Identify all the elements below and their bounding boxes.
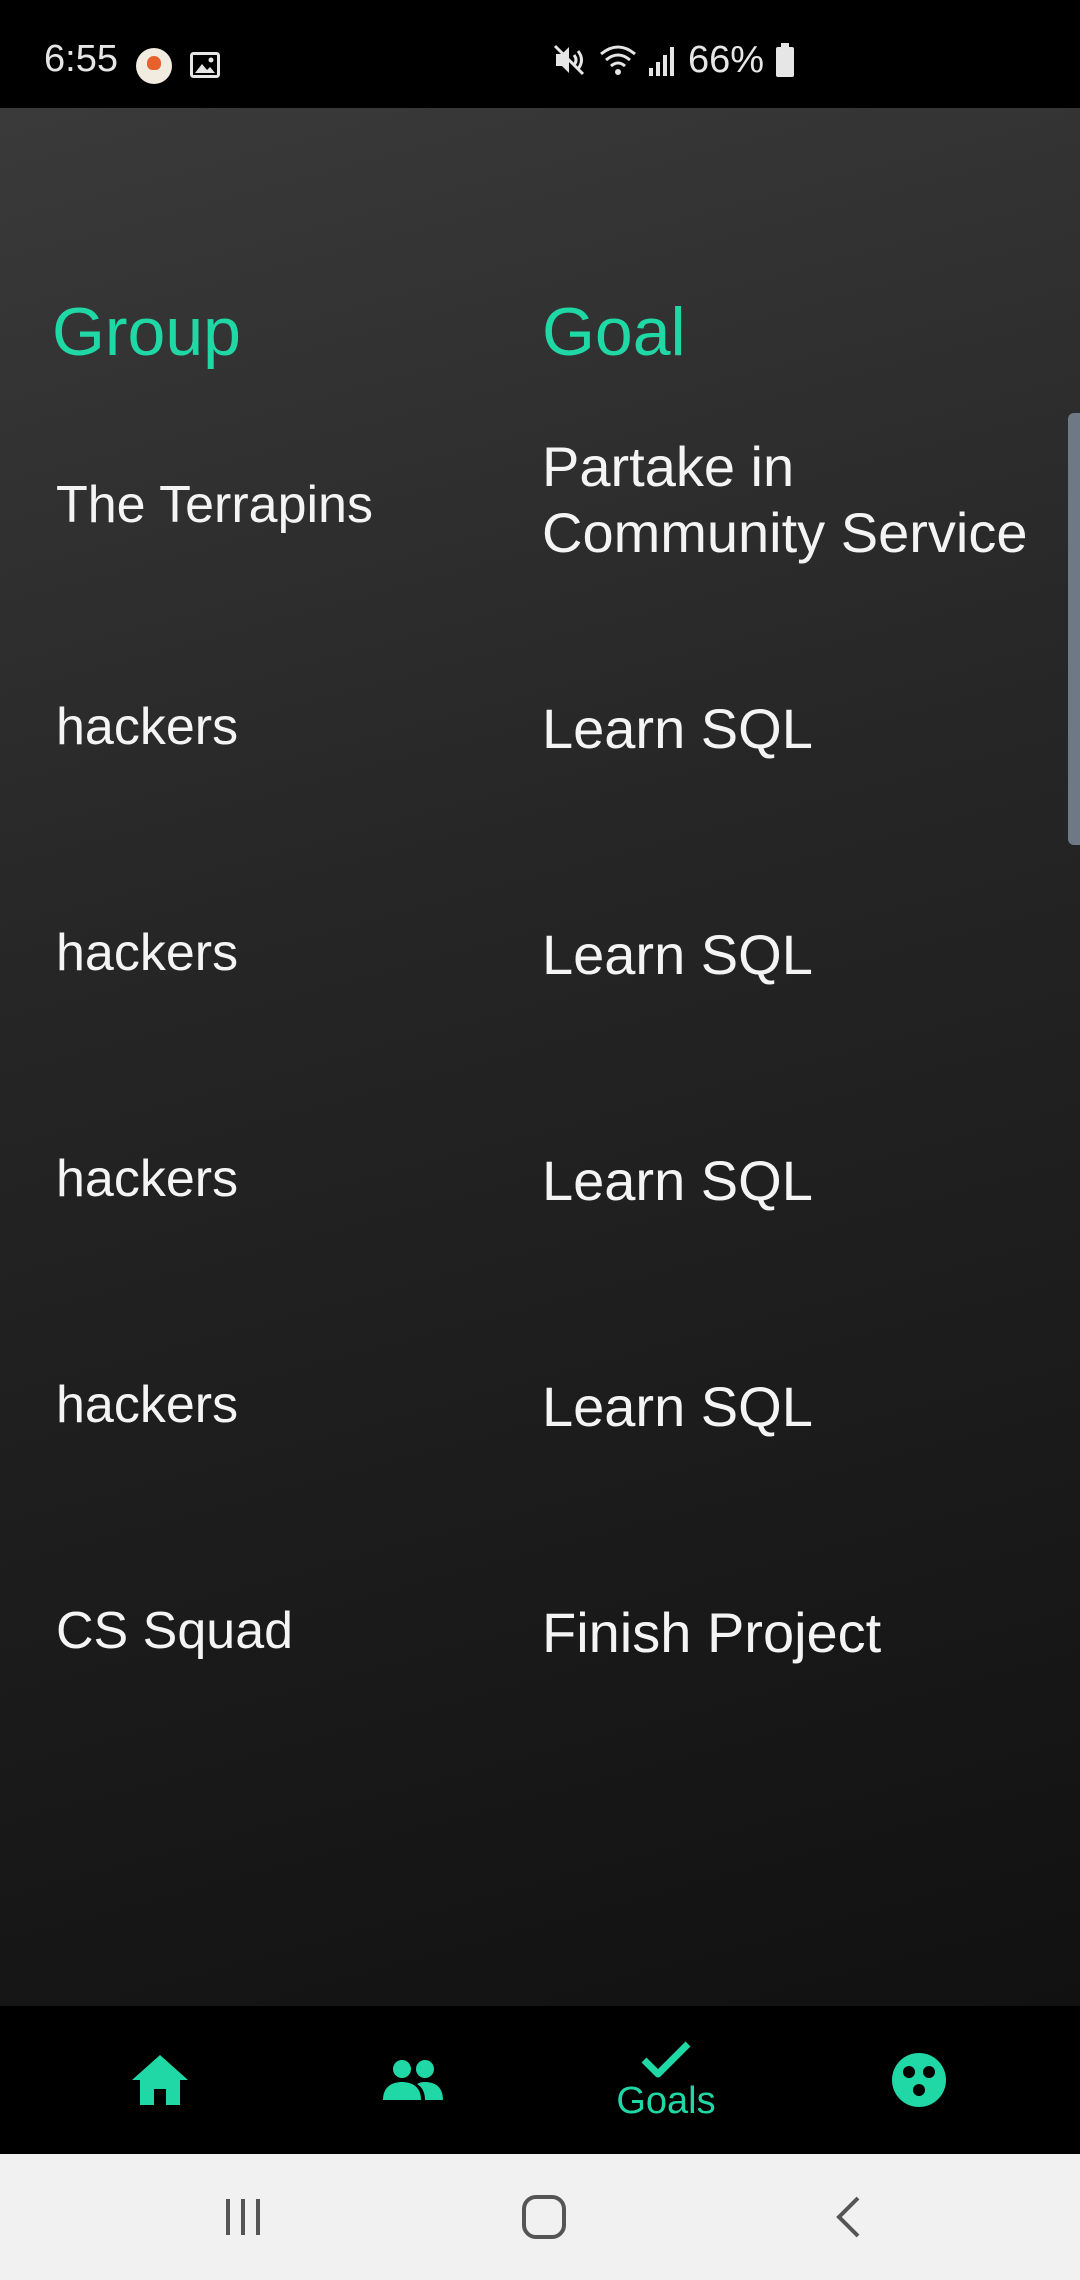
people-icon [383,2060,443,2100]
goal-name: Learn SQL [542,1149,813,1212]
goals-list-panel[interactable]: Group Goal The Terrapins Partake in Comm… [0,108,1080,2006]
battery-percentage: 66% [687,39,764,81]
goal-name: Learn SQL [542,1375,813,1438]
goal-name: Learn SQL [542,697,813,760]
wifi-icon [599,45,636,75]
scrollbar[interactable] [1068,413,1080,845]
system-navigation-bar [0,2154,1080,2280]
home-icon [132,2055,188,2105]
mute-icon [553,44,584,76]
recents-icon [226,2199,260,2235]
check-icon [641,2041,691,2078]
nav-goals-label: Goals [616,2080,716,2122]
nav-goals-button[interactable]: Goals [566,2006,766,2154]
status-bar: 6:55 66% [0,0,1080,108]
group-name: hackers [56,924,239,982]
nav-home-button[interactable] [60,2006,260,2154]
home-button[interactable] [484,2154,604,2280]
status-right-group: 66% [552,40,796,80]
battery-icon [776,43,794,77]
goal-name: Finish Project [542,1601,882,1664]
back-icon [836,2196,860,2238]
gallery-icon [190,52,220,78]
signal-icon [648,47,674,76]
goal-name: Learn SQL [542,923,813,986]
nav-bubbles-button[interactable] [819,2006,1019,2154]
group-name: hackers [56,1150,239,1208]
back-button[interactable] [788,2154,908,2280]
group-column-header: Group [52,294,241,370]
group-name: hackers [56,1376,239,1434]
goal-name: Partake in Community Service [542,435,1028,564]
bubbles-icon [892,2053,946,2107]
group-name: hackers [56,698,239,756]
status-time: 6:55 [44,38,118,80]
goal-column-header: Goal [542,294,686,370]
group-name: CS Squad [56,1602,294,1660]
app-notification-icon [136,48,172,84]
group-name: The Terrapins [56,476,373,534]
nav-groups-button[interactable] [313,2006,513,2154]
recents-button[interactable] [183,2154,303,2280]
home-button-icon [522,2195,566,2239]
bottom-navigation: Goals [0,2006,1080,2154]
goals-screen: 6:55 66% Group Goal The Terrapins Partak… [0,0,1080,2280]
